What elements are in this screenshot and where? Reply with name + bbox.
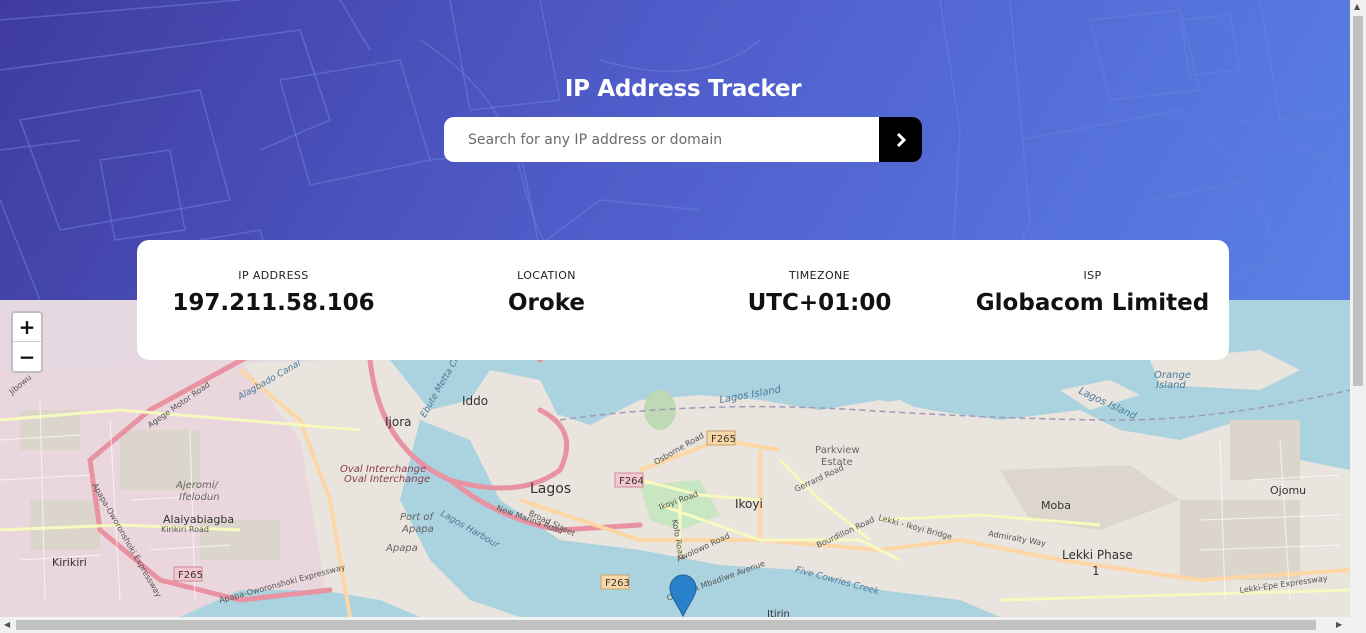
horizontal-scrollbar[interactable]: ◀ ▶ xyxy=(0,617,1366,633)
svg-text:F264: F264 xyxy=(619,476,644,487)
svg-text:Apapa: Apapa xyxy=(401,524,434,535)
horizontal-scroll-thumb[interactable] xyxy=(16,620,1316,630)
info-label: TIMEZONE xyxy=(789,269,850,282)
page-title: IP Address Tracker xyxy=(564,76,802,102)
svg-text:Kirikiri Road: Kirikiri Road xyxy=(161,525,209,534)
info-isp: ISP Globacom Limited xyxy=(956,240,1229,360)
info-label: ISP xyxy=(1083,269,1102,282)
zoom-out-button[interactable]: − xyxy=(13,342,41,371)
info-location: LOCATION Oroke xyxy=(410,240,683,360)
svg-text:Ifelodun: Ifelodun xyxy=(179,492,220,503)
svg-text:Island: Island xyxy=(1156,380,1186,391)
zoom-control: + − xyxy=(11,311,43,373)
svg-text:Ojomu: Ojomu xyxy=(1270,484,1306,497)
svg-text:Port of: Port of xyxy=(400,512,434,523)
svg-text:Ijora: Ijora xyxy=(385,415,412,429)
search-bar xyxy=(444,117,922,162)
svg-text:Lekki Phase: Lekki Phase xyxy=(1062,548,1133,562)
svg-text:Itirin: Itirin xyxy=(767,609,790,617)
vertical-scroll-thumb[interactable] xyxy=(1353,16,1363,386)
svg-text:Kirikiri: Kirikiri xyxy=(52,556,87,569)
svg-text:F265: F265 xyxy=(711,434,736,445)
scroll-up-icon[interactable]: ▲ xyxy=(1354,2,1360,11)
scroll-right-icon[interactable]: ▶ xyxy=(1336,620,1342,629)
svg-text:Ikoyi: Ikoyi xyxy=(735,497,763,511)
svg-text:Oval Interchange: Oval Interchange xyxy=(344,474,430,485)
svg-text:Estate: Estate xyxy=(821,457,853,468)
svg-text:Parkview: Parkview xyxy=(815,445,860,456)
svg-text:Ajeromi/: Ajeromi/ xyxy=(175,480,220,491)
svg-text:Lagos: Lagos xyxy=(530,481,571,497)
info-value: 197.211.58.106 xyxy=(172,290,375,316)
info-card: IP ADDRESS 197.211.58.106 LOCATION Oroke… xyxy=(137,240,1229,360)
vertical-scrollbar[interactable]: ▲ xyxy=(1350,0,1366,617)
info-label: IP ADDRESS xyxy=(238,269,309,282)
svg-text:Moba: Moba xyxy=(1041,499,1071,512)
svg-text:Iddo: Iddo xyxy=(462,394,488,408)
chevron-right-icon xyxy=(896,132,906,147)
svg-text:1: 1 xyxy=(1092,564,1100,578)
svg-text:F263: F263 xyxy=(605,578,630,589)
info-label: LOCATION xyxy=(517,269,576,282)
search-input[interactable] xyxy=(444,117,879,162)
info-value: Oroke xyxy=(508,290,585,316)
svg-text:F265: F265 xyxy=(178,570,203,581)
search-submit-button[interactable] xyxy=(879,117,922,162)
scroll-left-icon[interactable]: ◀ xyxy=(4,620,10,629)
info-timezone: TIMEZONE UTC+01:00 xyxy=(683,240,956,360)
info-ip-address: IP ADDRESS 197.211.58.106 xyxy=(137,240,410,360)
svg-text:Apapa: Apapa xyxy=(385,543,418,554)
page: IP Address Tracker Search for any IP add… xyxy=(0,0,1366,633)
info-value: UTC+01:00 xyxy=(747,290,892,316)
info-value: Globacom Limited xyxy=(975,290,1210,316)
zoom-in-button[interactable]: + xyxy=(13,313,41,342)
